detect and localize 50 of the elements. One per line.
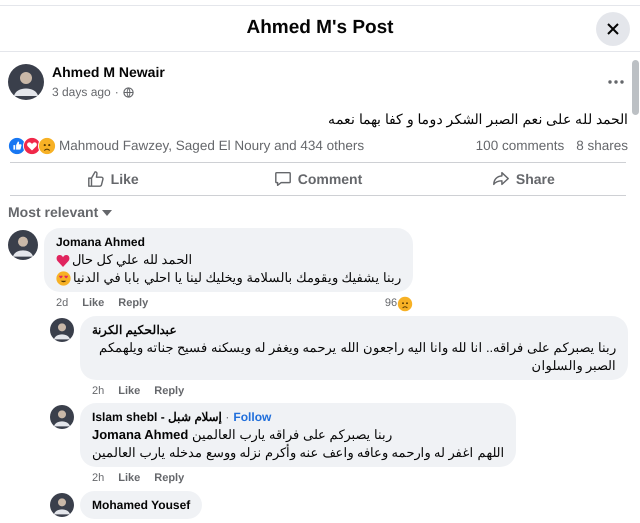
avatar[interactable]: [50, 492, 74, 517]
comment-time[interactable]: 2d: [56, 295, 68, 312]
author-name[interactable]: Ahmed M Newair: [52, 62, 165, 83]
follow-link[interactable]: Follow: [233, 408, 272, 426]
globe-icon: [122, 86, 134, 98]
separator-dot: ·: [114, 84, 119, 101]
comment-text: الحمد لله علي كل حال: [72, 251, 192, 270]
separator-dot: ·: [225, 409, 230, 426]
commenter-name[interactable]: Islam shebl - إسلام شبل: [92, 408, 222, 426]
comment-time[interactable]: 2h: [92, 470, 104, 487]
like-action-button[interactable]: Like: [78, 164, 147, 194]
comment-text: ربنا يصبركم على فراقه.. انا لله وانا اليه راجعون الله يرحمه ويغفر له ويسكنه فسيح جناته ويلهمكم الصبر والسلوان: [98, 338, 616, 375]
heart-eyes-face-icon: [56, 270, 71, 286]
like-link[interactable]: Like: [82, 295, 104, 312]
avatar[interactable]: [50, 405, 74, 430]
reply-link[interactable]: Reply: [154, 470, 184, 487]
reply-link[interactable]: Reply: [118, 295, 148, 312]
comment-action-button[interactable]: Comment: [266, 164, 370, 194]
post-time[interactable]: 3 days ago: [52, 83, 111, 101]
scrollbar[interactable]: [632, 60, 639, 115]
comments-count[interactable]: 100 comments: [476, 136, 564, 156]
reactions-summary[interactable]: Mahmoud Fawzey, Saged El Noury and 434 others: [59, 136, 364, 156]
commenter-name[interactable]: Mohamed Yousef: [92, 496, 190, 514]
comment-sort-dropdown[interactable]: Most relevant: [8, 196, 112, 228]
avatar[interactable]: [50, 318, 74, 342]
shares-count[interactable]: 8 shares: [576, 136, 628, 156]
sad-face-icon: [397, 296, 414, 312]
close-button[interactable]: [596, 12, 630, 46]
close-icon: [606, 22, 620, 36]
speech-bubble-icon: [274, 170, 292, 188]
reaction-count[interactable]: 96: [384, 295, 398, 312]
avatar[interactable]: [8, 230, 38, 260]
more-options-button[interactable]: [608, 80, 624, 84]
avatar[interactable]: [8, 64, 44, 100]
heart-icon: [56, 254, 70, 267]
reply-link[interactable]: Reply: [154, 382, 184, 400]
thumbs-up-icon: [86, 170, 105, 188]
comment-text: اللهم اغفر له وارحمه وعافه واعف عنه وأكرم نزله ووسع مدخله يارب العالمين: [92, 444, 504, 462]
comment-time[interactable]: 2h: [92, 382, 104, 400]
like-link[interactable]: Like: [118, 470, 140, 487]
more-icon: [608, 80, 624, 84]
comment-text: ربنا يشفيك ويقومك بالسلامة ويخليك لينا يا احلي بابا في الدنيا: [73, 269, 402, 288]
sad-face-icon: [38, 137, 56, 156]
commenter-name[interactable]: Jomana Ahmed: [56, 233, 145, 252]
share-action-button[interactable]: Share: [484, 164, 563, 194]
like-link[interactable]: Like: [118, 382, 140, 400]
post-text: الحمد لله على نعم الصبر الشكر دوما و كفا بهما نعمه: [327, 110, 628, 130]
dialog-title: Ahmed M's Post: [246, 16, 394, 40]
commenter-name[interactable]: عبدالحكيم الكرنة: [92, 320, 176, 339]
caret-icon: [102, 210, 112, 216]
